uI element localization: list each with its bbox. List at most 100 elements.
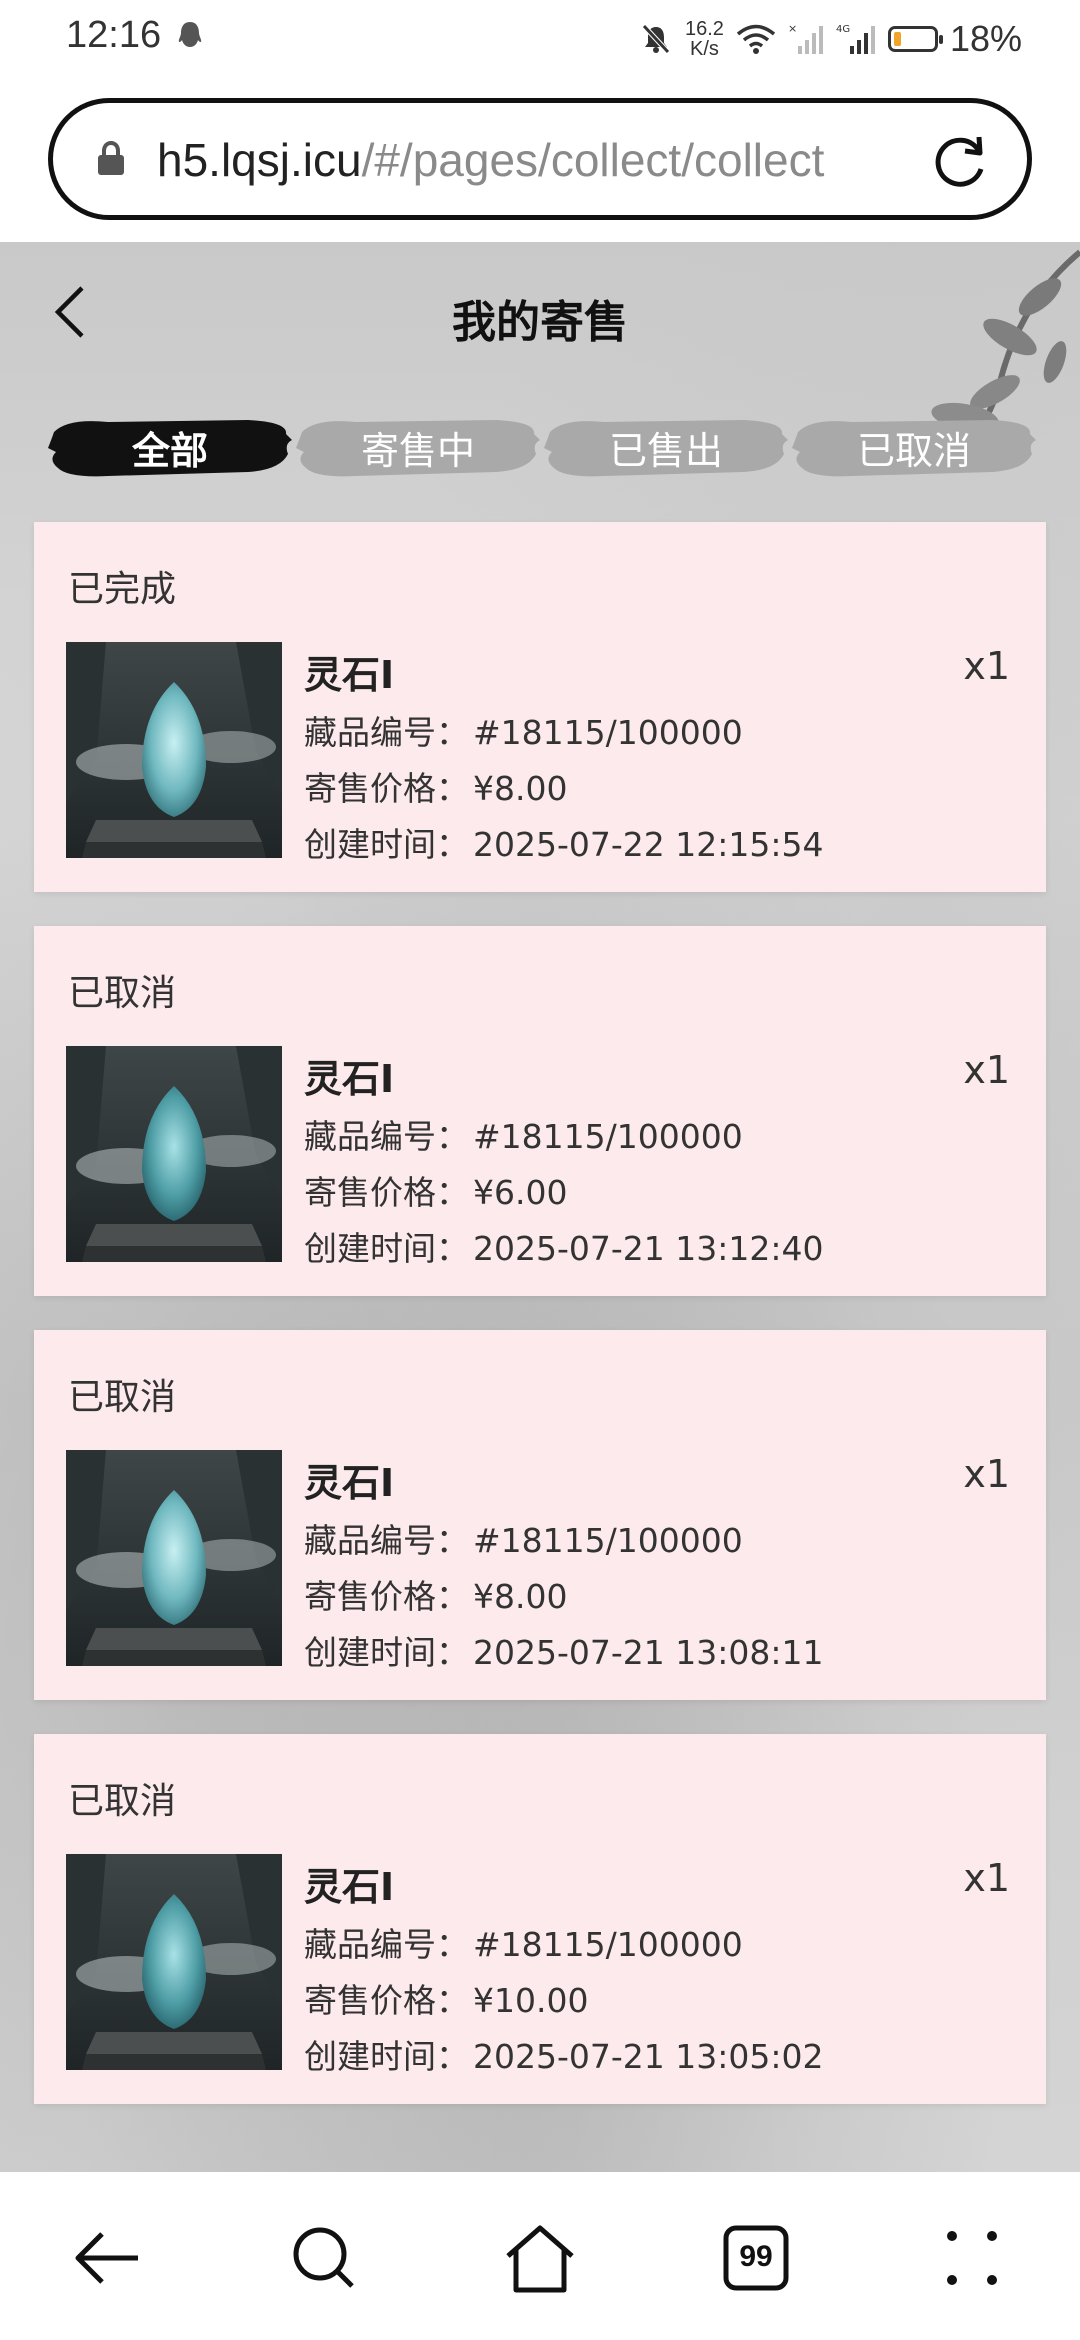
lock-icon (98, 141, 124, 175)
wifi-icon (736, 24, 776, 54)
order-card[interactable]: 已取消 灵石I (34, 1330, 1046, 1700)
tab-label: 寄售中 (360, 428, 475, 473)
item-quantity: x1 (963, 1856, 1010, 1900)
item-name: 灵石I (304, 653, 395, 697)
serial-label: 藏品编号： (304, 1117, 469, 1156)
battery-percent: 18% (949, 18, 1022, 59)
signal-sim1-icon: × (788, 22, 823, 54)
price-row: 寄售价格： ¥6.00 (304, 1166, 567, 1214)
created-row: 创建时间： 2025-07-22 12:15:54 (304, 818, 823, 866)
price-value: ¥6.00 (473, 1173, 568, 1212)
serial-row: 藏品编号： #18115/100000 (304, 1918, 743, 1966)
created-row: 创建时间： 2025-07-21 13:08:11 (304, 1626, 823, 1674)
tab-sold[interactable]: 已售出 (544, 414, 788, 480)
serial-row: 藏品编号： #18115/100000 (304, 1110, 743, 1158)
qq-notification-icon (178, 22, 202, 47)
serial-label: 藏品编号： (304, 1925, 469, 1964)
url-text[interactable]: h5.lqsj.icu/#/pages/collect/collect (157, 133, 824, 187)
battery-icon (887, 26, 943, 52)
created-value: 2025-07-21 13:05:02 (473, 2037, 824, 2076)
price-row: 寄售价格： ¥8.00 (304, 762, 567, 810)
item-name: 灵石I (304, 1865, 395, 1909)
url-host: h5.lqsj.icu (157, 134, 362, 186)
spirit-stone-thumbnail (66, 1046, 282, 1262)
created-label: 创建时间： (304, 825, 469, 864)
status-time: 12:16 (66, 14, 162, 56)
consignment-page: 我的寄售 全部 寄售中 已售出 已取消 已完成 灵石I x1 藏品编号： #18… (0, 242, 1080, 2172)
price-label: 寄售价格： (304, 1173, 469, 1212)
mute-bell-icon (642, 24, 670, 54)
created-value: 2025-07-21 13:12:40 (473, 1229, 824, 1268)
serial-label: 藏品编号： (304, 1521, 469, 1560)
price-label: 寄售价格： (304, 769, 469, 808)
item-name: 灵石I (304, 1057, 395, 1101)
serial-value: #18115/100000 (473, 1925, 743, 1964)
created-row: 创建时间： 2025-07-21 13:05:02 (304, 2030, 823, 2078)
more-options-icon[interactable] (932, 2218, 1012, 2298)
order-status: 已取消 (68, 1377, 177, 1418)
tab-label: 全部 (131, 428, 208, 473)
order-status: 已取消 (68, 973, 177, 1014)
svg-text:4G: 4G (836, 24, 850, 35)
filter-tabs: 全部 寄售中 已售出 已取消 (48, 414, 1038, 484)
serial-value: #18115/100000 (473, 713, 743, 752)
back-arrow-icon[interactable] (68, 2218, 148, 2298)
spirit-stone-image (66, 1450, 282, 1666)
item-name: 灵石I (304, 1461, 395, 1505)
item-quantity: x1 (963, 644, 1010, 688)
tab-label: 已取消 (856, 428, 971, 473)
serial-row: 藏品编号： #18115/100000 (304, 706, 743, 754)
price-row: 寄售价格： ¥8.00 (304, 1570, 567, 1618)
page-title: 我的寄售 (452, 297, 628, 348)
created-label: 创建时间： (304, 1633, 469, 1672)
price-label: 寄售价格： (304, 1577, 469, 1616)
item-quantity: x1 (963, 1452, 1010, 1496)
spirit-stone-image (66, 642, 282, 858)
spirit-stone-thumbnail (66, 1450, 282, 1666)
reload-icon[interactable] (929, 129, 991, 191)
tab-all[interactable]: 全部 (48, 414, 292, 480)
spirit-stone-thumbnail (66, 1854, 282, 2070)
order-status: 已完成 (68, 569, 177, 610)
created-value: 2025-07-21 13:08:11 (473, 1633, 824, 1672)
spirit-stone-thumbnail (66, 642, 282, 858)
network-speed-value: 16.2 (685, 18, 724, 40)
svg-text:×: × (788, 22, 797, 35)
price-label: 寄售价格： (304, 1981, 469, 2020)
serial-value: #18115/100000 (473, 1521, 743, 1560)
status-indicators: 16.2 K/s × 4G 18% (639, 14, 1022, 64)
price-value: ¥8.00 (473, 769, 568, 808)
url-path: /#/pages/collect/collect (361, 134, 825, 186)
created-value: 2025-07-22 12:15:54 (473, 825, 824, 864)
tab-cancelled[interactable]: 已取消 (792, 414, 1036, 480)
price-value: ¥10.00 (473, 1981, 589, 2020)
network-speed: 16.2 K/s (685, 19, 724, 59)
created-label: 创建时间： (304, 2037, 469, 2076)
home-icon[interactable] (500, 2218, 580, 2298)
order-card[interactable]: 已取消 灵石I (34, 1734, 1046, 2104)
tabs-button[interactable]: 99 (716, 2218, 796, 2298)
price-row: 寄售价格： ¥10.00 (304, 1974, 588, 2022)
browser-bottom-nav: 99 (0, 2172, 1080, 2340)
battery-level (893, 32, 901, 46)
tabs-count: 99 (739, 2240, 773, 2273)
spirit-stone-image (66, 1046, 282, 1262)
order-card[interactable]: 已取消 灵石I (34, 926, 1046, 1296)
address-bar[interactable]: h5.lqsj.icu/#/pages/collect/collect (48, 98, 1032, 220)
spirit-stone-image (66, 1854, 282, 2070)
serial-row: 藏品编号： #18115/100000 (304, 1514, 743, 1562)
search-icon[interactable] (284, 2218, 364, 2298)
tab-label: 已售出 (608, 428, 723, 473)
created-row: 创建时间： 2025-07-21 13:12:40 (304, 1222, 823, 1270)
price-value: ¥8.00 (473, 1577, 568, 1616)
created-label: 创建时间： (304, 1229, 469, 1268)
status-bar: 12:16 16.2 K/s × 4G 18% (0, 0, 1080, 78)
serial-label: 藏品编号： (304, 713, 469, 752)
order-card[interactable]: 已完成 灵石I x1 藏品编号： #18115/100000 寄售价格： ¥8.… (34, 522, 1046, 892)
item-quantity: x1 (963, 1048, 1010, 1092)
serial-value: #18115/100000 (473, 1117, 743, 1156)
network-speed-unit: K/s (690, 38, 719, 60)
signal-4g-icon: 4G (836, 24, 875, 54)
order-status: 已取消 (68, 1781, 177, 1822)
tab-consigning[interactable]: 寄售中 (296, 414, 540, 480)
